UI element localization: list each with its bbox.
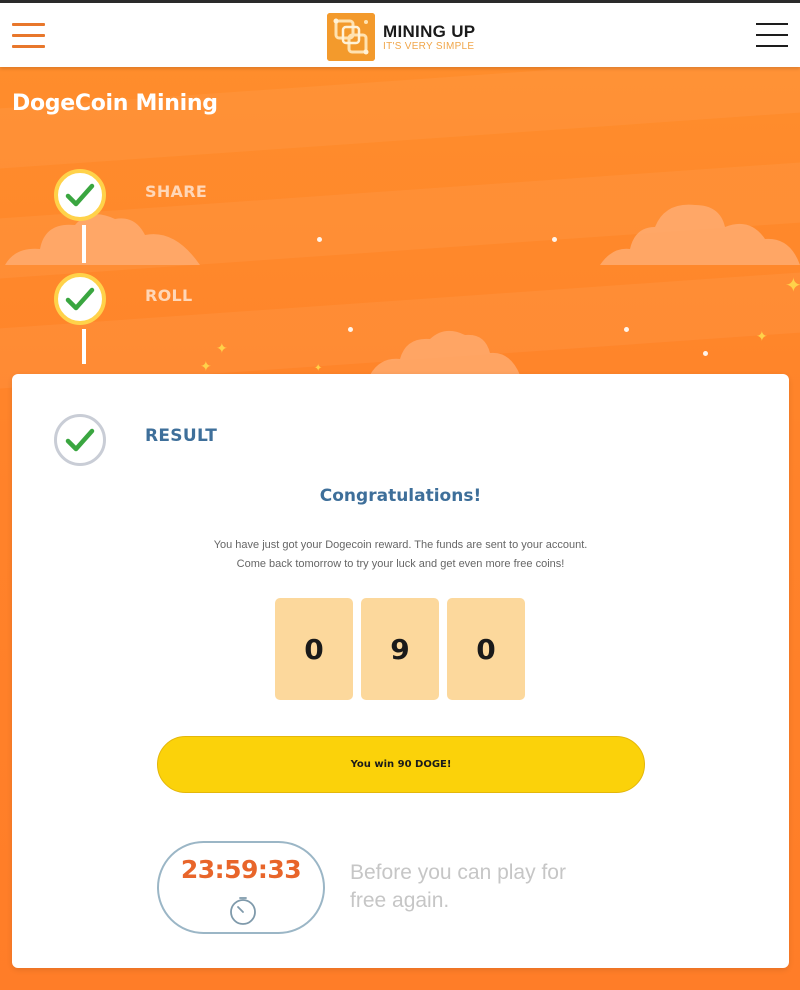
timer-note-line: Before you can play for — [350, 861, 566, 884]
result-digit: 9 — [361, 598, 439, 700]
congratulations-heading: Congratulations! — [319, 486, 482, 506]
logo-title: MINING UP — [383, 21, 476, 41]
logo-text: MINING UP IT'S VERY SIMPLE — [383, 22, 475, 53]
hamburger-menu-icon[interactable] — [12, 23, 45, 49]
result-digit: 0 — [275, 598, 353, 700]
reward-description: You have just got your Dogecoin reward. … — [12, 536, 789, 574]
background-stripe — [0, 67, 800, 176]
step-roll-check — [54, 273, 106, 325]
step-label-roll: ROLL — [145, 286, 193, 305]
step-label-result: RESULT — [145, 426, 218, 446]
checkmark-icon — [65, 428, 95, 452]
step-result-check — [54, 414, 106, 466]
cloud-icon — [5, 214, 200, 265]
sparkle-dot — [552, 237, 557, 242]
result-card: RESULT Congratulations! You have just go… — [12, 374, 789, 968]
timer-note: Before you can play for free again. — [350, 859, 630, 915]
step-share-check — [54, 169, 106, 221]
cloud-icon — [600, 204, 800, 265]
win-amount-button[interactable]: You win 90 DOGE! — [157, 736, 645, 793]
page-title: DogeCoin Mining — [12, 91, 218, 116]
star-icon: ✦ — [314, 363, 323, 374]
step-label-share: SHARE — [145, 182, 208, 201]
checkmark-icon — [65, 287, 95, 311]
site-logo[interactable]: MINING UP IT'S VERY SIMPLE — [327, 12, 475, 62]
star-icon: ✦ — [785, 273, 800, 297]
sparkle-dot — [317, 237, 322, 242]
step-connector — [82, 225, 86, 263]
countdown-timer: 23:59:33 — [157, 841, 325, 934]
sparkle-dot — [624, 327, 629, 332]
result-digit: 0 — [447, 598, 525, 700]
checkmark-icon — [65, 183, 95, 207]
cloud-icon — [370, 330, 520, 375]
sparkle-dot — [348, 327, 353, 332]
timer-note-line: free again. — [350, 889, 450, 912]
timer-value: 23:59:33 — [180, 855, 302, 884]
stopwatch-icon — [230, 897, 256, 925]
logo-tagline: IT'S VERY SIMPLE — [383, 40, 475, 52]
star-icon: ✦ — [756, 329, 768, 345]
sparkle-dot — [703, 351, 708, 356]
description-line: Come back tomorrow to try your luck and … — [236, 558, 565, 570]
step-connector — [82, 329, 86, 364]
logo-mark-icon — [327, 13, 375, 61]
star-icon: ✦ — [200, 359, 212, 375]
description-line: You have just got your Dogecoin reward. … — [213, 539, 588, 551]
star-icon: ✦ — [216, 341, 228, 357]
nav-menu-icon[interactable] — [756, 23, 788, 49]
top-header: MINING UP IT'S VERY SIMPLE — [0, 0, 800, 67]
